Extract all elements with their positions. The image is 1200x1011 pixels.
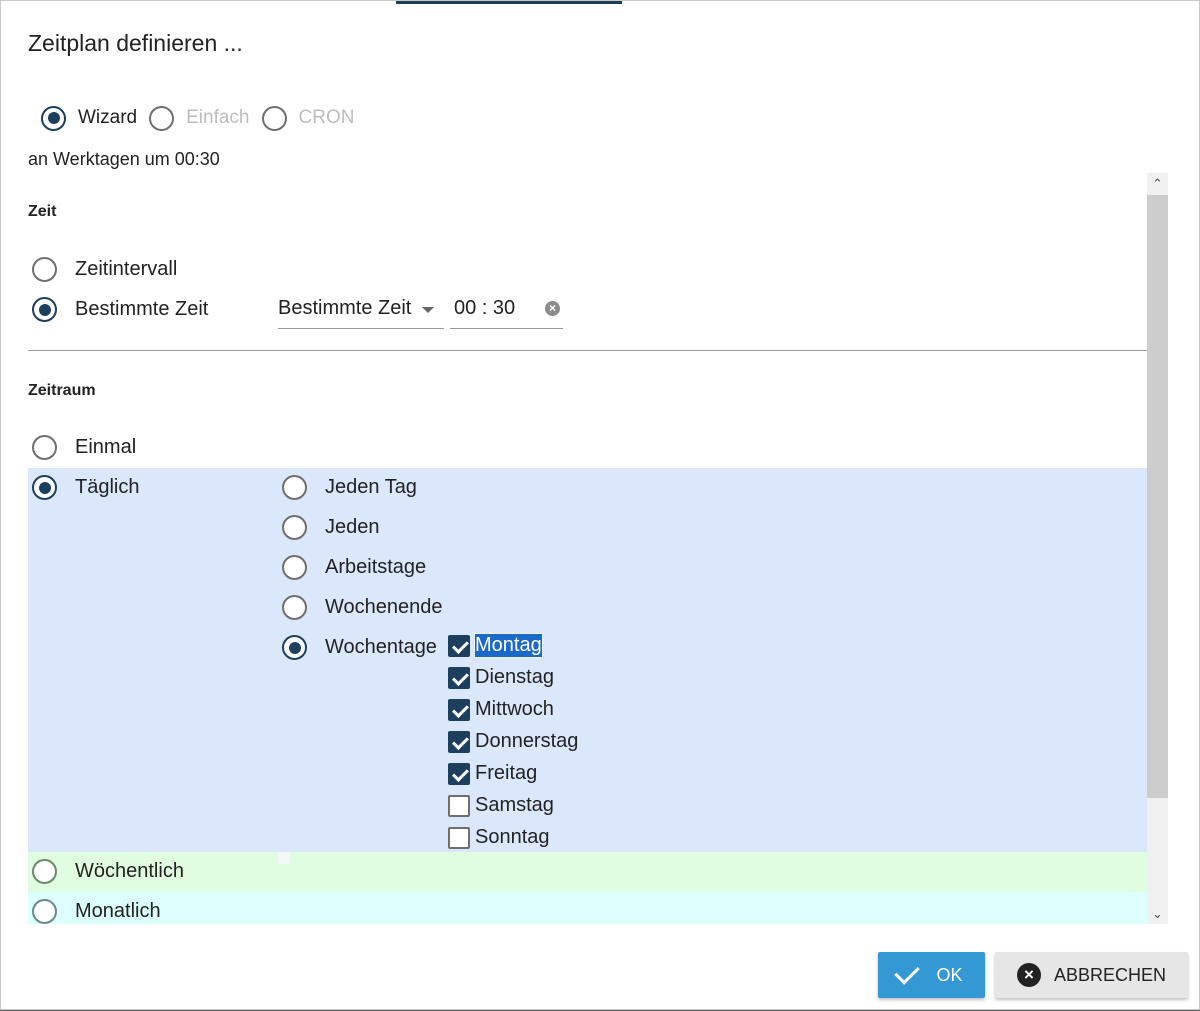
monthly-row-background: [28, 892, 1147, 924]
einmal-label: Einmal: [75, 436, 137, 458]
taeglich-label: Täglich: [75, 476, 140, 498]
time-input[interactable]: 00 : 30 ×: [450, 294, 563, 329]
samstag-checkbox[interactable]: [448, 794, 470, 817]
daily-option-arbeitstage[interactable]: Arbeitstage: [282, 555, 426, 580]
section-title-zeit: Zeit: [28, 203, 57, 220]
zeitraum-option-einmal[interactable]: Einmal: [32, 435, 136, 460]
check-icon: [894, 959, 921, 985]
weekday-donnerstag[interactable]: Donnerstag: [448, 730, 578, 753]
cancel-button[interactable]: × ABBRECHEN: [995, 952, 1188, 998]
daily-option-jeden[interactable]: Jeden: [282, 515, 380, 540]
zeitraum-option-woechentlich[interactable]: Wöchentlich: [32, 859, 184, 884]
mode-wizard-label: Wizard: [78, 107, 138, 128]
mittwoch-label: Mittwoch: [475, 698, 554, 720]
bestimmte-zeit-radio[interactable]: [32, 297, 57, 322]
ok-button[interactable]: OK: [878, 952, 985, 998]
wizard-content: Zeit Zeitintervall Bestimmte Zeit Bestim…: [28, 173, 1147, 924]
close-circle-icon: ×: [1016, 963, 1041, 987]
wochenende-label: Wochenende: [325, 596, 443, 618]
section-divider: [28, 350, 1147, 351]
weekday-montag[interactable]: Montag: [448, 633, 543, 658]
wochentage-radio[interactable]: [282, 635, 307, 660]
schedule-dialog: Zeitplan definieren ... Wizard Einfach C…: [0, 0, 1200, 1010]
donnerstag-checkbox[interactable]: [448, 730, 470, 753]
samstag-label: Samstag: [475, 794, 554, 816]
title-accent-bar: [396, 1, 622, 4]
donnerstag-label: Donnerstag: [475, 730, 579, 752]
dialog-title: Zeitplan definieren ...: [28, 30, 243, 56]
zeit-option-bestimmte-zeit[interactable]: Bestimmte Zeit: [32, 297, 208, 322]
dienstag-label: Dienstag: [475, 666, 554, 688]
time-type-select-value: Bestimmte Zeit: [278, 297, 412, 319]
mode-einfach-radio[interactable]: [149, 105, 175, 131]
daily-option-wochentage[interactable]: Wochentage: [282, 635, 437, 660]
weekday-samstag[interactable]: Samstag: [448, 794, 554, 817]
woechentlich-label: Wöchentlich: [75, 860, 184, 882]
taeglich-radio[interactable]: [32, 475, 57, 500]
sonntag-checkbox[interactable]: [448, 826, 470, 849]
wochentage-label: Wochentage: [325, 636, 437, 658]
wochenende-radio[interactable]: [282, 595, 307, 620]
jeden-tag-label: Jeden Tag: [325, 476, 417, 498]
mode-einfach-label: Einfach: [186, 107, 250, 128]
mode-option-cron[interactable]: CRON: [261, 105, 355, 131]
zeitraum-option-taeglich[interactable]: Täglich: [32, 475, 139, 500]
monatlich-label: Monatlich: [75, 900, 161, 922]
ok-button-label: OK: [936, 964, 963, 985]
zeit-option-zeitintervall[interactable]: Zeitintervall: [32, 257, 177, 282]
weekday-sonntag[interactable]: Sonntag: [448, 826, 550, 849]
daily-options-panel: [28, 468, 1147, 852]
bestimmte-zeit-label: Bestimmte Zeit: [75, 298, 209, 320]
chevron-down-icon: [422, 307, 434, 313]
jeden-label: Jeden: [325, 516, 380, 538]
jeden-tag-radio[interactable]: [282, 475, 307, 500]
mode-cron-label: CRON: [298, 107, 355, 128]
montag-checkbox[interactable]: [448, 634, 470, 657]
arbeitstage-label: Arbeitstage: [325, 556, 427, 578]
arbeitstage-radio[interactable]: [282, 555, 307, 580]
mittwoch-checkbox[interactable]: [448, 698, 470, 721]
jeden-radio[interactable]: [282, 515, 307, 540]
monatlich-radio[interactable]: [32, 899, 57, 924]
mode-option-wizard[interactable]: Wizard: [41, 105, 138, 131]
section-title-zeitraum: Zeitraum: [28, 382, 96, 399]
mode-radio-group: Wizard Einfach CRON: [41, 102, 366, 134]
weekday-dienstag[interactable]: Dienstag: [448, 666, 554, 689]
daily-option-wochenende[interactable]: Wochenende: [282, 595, 443, 620]
scrollbar-thumb[interactable]: [1147, 195, 1168, 798]
weekday-freitag[interactable]: Freitag: [448, 762, 537, 785]
weekly-row-background: [28, 852, 1147, 892]
zeitraum-option-monatlich[interactable]: Monatlich: [32, 899, 161, 924]
wizard-scroll-area[interactable]: Zeit Zeitintervall Bestimmte Zeit Bestim…: [28, 173, 1168, 924]
schedule-summary: an Werktagen um 00:30: [28, 149, 220, 169]
time-input-value: 00 : 30: [454, 297, 516, 319]
weekday-mittwoch[interactable]: Mittwoch: [448, 698, 554, 721]
vertical-scrollbar[interactable]: ⌃ ⌄: [1147, 173, 1168, 924]
cancel-button-label: ABBRECHEN: [1053, 964, 1167, 985]
clear-icon[interactable]: ×: [545, 301, 560, 316]
zeitintervall-radio[interactable]: [32, 257, 57, 282]
zeitintervall-label: Zeitintervall: [75, 258, 178, 280]
time-type-select[interactable]: Bestimmte Zeit: [278, 294, 444, 329]
dienstag-checkbox[interactable]: [448, 666, 470, 689]
scroll-up-icon[interactable]: ⌃: [1147, 173, 1168, 194]
woechentlich-radio[interactable]: [32, 859, 57, 884]
einmal-radio[interactable]: [32, 435, 57, 460]
mode-wizard-radio[interactable]: [41, 105, 66, 131]
empty-marker: [278, 852, 290, 864]
sonntag-label: Sonntag: [475, 826, 550, 848]
montag-label: Montag: [474, 633, 543, 658]
daily-option-jeden-tag[interactable]: Jeden Tag: [282, 475, 417, 500]
mode-cron-radio[interactable]: [261, 105, 287, 131]
freitag-checkbox[interactable]: [448, 762, 470, 785]
freitag-label: Freitag: [475, 762, 538, 784]
scroll-down-icon[interactable]: ⌄: [1147, 903, 1168, 924]
mode-option-einfach[interactable]: Einfach: [149, 105, 250, 131]
